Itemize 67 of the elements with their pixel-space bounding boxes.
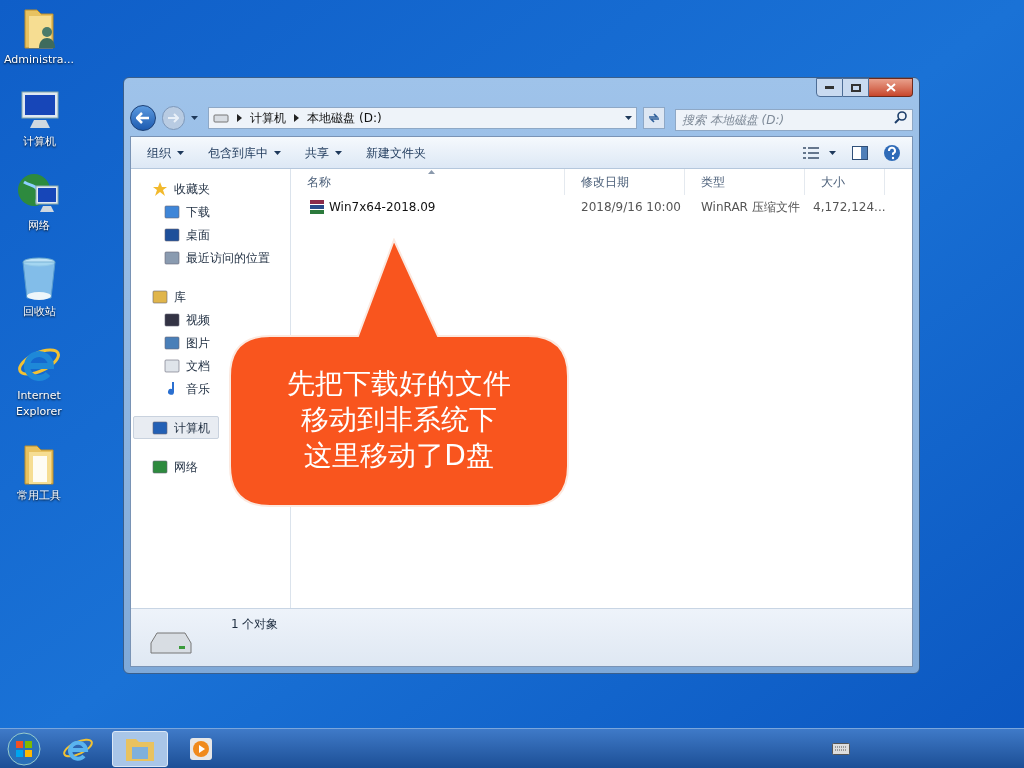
caret-icon [829, 150, 836, 155]
toolbar-button[interactable]: 共享 [295, 140, 352, 165]
refresh-icon [647, 112, 662, 124]
nav-item[interactable]: 最近访问的位置 [133, 246, 279, 269]
list-view-icon [803, 146, 819, 159]
start-button[interactable] [4, 730, 44, 767]
search-icon [894, 111, 907, 124]
breadcrumb[interactable]: 计算机 [250, 109, 287, 127]
archive-books-icon [309, 199, 325, 215]
column-header[interactable]: 修改日期 [565, 169, 685, 195]
nav-item[interactable]: 文档 [133, 354, 219, 377]
desktop-icon-label[interactable]: 网络 [1, 218, 77, 234]
column-header[interactable]: 名称 [291, 169, 565, 195]
nav-item[interactable]: 库 [133, 285, 195, 308]
item-count: 1 个对象 [231, 616, 279, 633]
nav-item[interactable]: 音乐 [133, 377, 219, 400]
column-header[interactable]: 大小 [805, 169, 885, 195]
desktop-icon-label[interactable]: Internet Explorer [1, 388, 77, 420]
column-header[interactable]: 类型 [685, 169, 805, 195]
nav-item[interactable]: 计算机 [133, 416, 219, 439]
refresh-button[interactable] [643, 107, 665, 129]
callout-text: 先把下载好的文件 移动到非系统下 这里移动了D盘 [286, 366, 512, 474]
nav-item[interactable]: 网络 [133, 455, 207, 478]
nav-item[interactable]: 下载 [133, 200, 219, 223]
right-arrow-icon [167, 113, 180, 123]
caret-icon [274, 150, 281, 155]
close-button[interactable] [869, 78, 913, 97]
nav-item[interactable]: 桌面 [133, 223, 219, 246]
nav-item[interactable]: 图片 [133, 331, 219, 354]
desktop-icon-label[interactable]: 回收站 [1, 304, 77, 320]
minimize-button[interactable] [816, 78, 843, 97]
star-icon [152, 180, 168, 197]
breadcrumb[interactable]: 本地磁盘 (D:) [307, 109, 382, 127]
trash-bin-icon [21, 256, 57, 302]
nav-item[interactable]: 视频 [133, 308, 219, 331]
search-field[interactable]: 搜索 本地磁盘 (D:) [674, 109, 913, 131]
desktop-icon-label[interactable]: 常用工具 [1, 488, 77, 504]
drive-icon [213, 113, 230, 123]
address-bar[interactable]: 计算机 本地磁盘 (D:) [208, 107, 638, 129]
file-row[interactable]: Win7x64-2018.09 2018/9/16 10:00 WinRAR 压缩文件 4,172,124... [291, 195, 912, 219]
left-arrow-icon [135, 112, 150, 124]
close-icon [885, 83, 896, 92]
table-cell-text: 4,172,124... [813, 199, 886, 216]
table-cell-text: 2018/9/16 10:00 [581, 199, 681, 216]
caret-icon [177, 150, 184, 155]
toolbar-button[interactable]: 组织 [137, 140, 194, 165]
help-icon [883, 143, 901, 162]
caret-icon [335, 150, 342, 155]
nav-item[interactable]: 收藏夹 [133, 177, 219, 200]
desktop-icon-label[interactable]: 计算机 [1, 134, 77, 150]
maximize-button[interactable] [843, 78, 869, 97]
minimize-icon [825, 86, 834, 89]
desktop-icon-label[interactable]: Administra... [1, 52, 77, 68]
back-button[interactable] [130, 105, 156, 131]
chevron-icon [237, 114, 243, 122]
chevron-icon [294, 114, 300, 122]
toolbar-button[interactable]: 包含到库中 [198, 140, 291, 165]
keyboard-icon[interactable] [832, 742, 850, 755]
table-cell-text: WinRAR 压缩文件 [701, 199, 800, 216]
preview-pane-icon [852, 145, 868, 160]
table-cell-text: Win7x64-2018.09 [329, 199, 436, 216]
taskbar-button[interactable] [112, 730, 168, 767]
toolbar-button[interactable]: 新建文件夹 [356, 140, 436, 165]
caret-icon [191, 116, 199, 120]
maximize-icon [850, 83, 861, 92]
windows-orb-icon [7, 731, 41, 766]
caret-icon [625, 116, 633, 120]
